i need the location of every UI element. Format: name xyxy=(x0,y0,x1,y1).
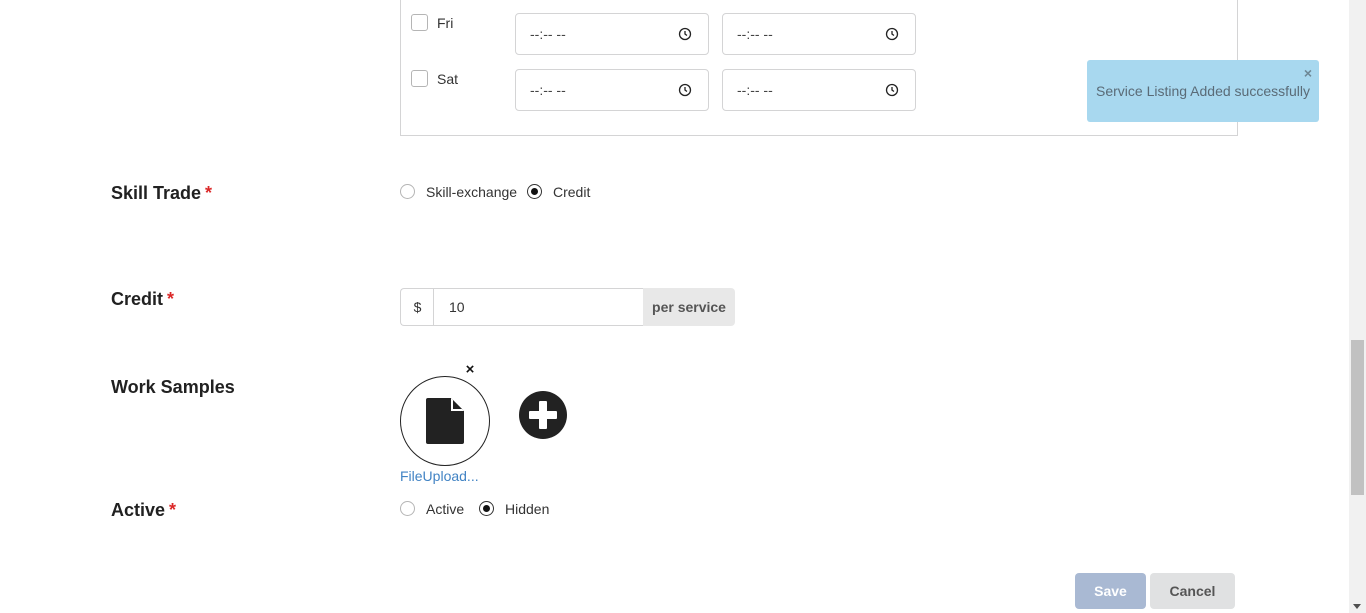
sat-end-time-value: --:-- -- xyxy=(737,82,773,98)
clock-icon xyxy=(678,27,692,41)
credit-input-group: $ 10 per service xyxy=(400,288,735,326)
fri-start-time-input[interactable]: --:-- -- xyxy=(515,13,709,55)
fri-label: Fri xyxy=(437,15,454,31)
currency-symbol: $ xyxy=(400,288,434,326)
credit-amount-input[interactable]: 10 xyxy=(433,288,644,326)
required-mark: * xyxy=(169,500,177,520)
credit-option-label: Credit xyxy=(553,184,591,200)
active-label: Active * xyxy=(111,500,176,521)
sat-label: Sat xyxy=(437,71,459,87)
fri-end-time-value: --:-- -- xyxy=(737,26,773,42)
required-mark: * xyxy=(167,289,175,309)
close-icon[interactable]: × xyxy=(462,362,478,378)
skill-trade-label: Skill Trade * xyxy=(111,183,212,204)
work-samples-label: Work Samples xyxy=(111,377,235,397)
cancel-button[interactable]: Cancel xyxy=(1150,573,1235,609)
clock-icon xyxy=(885,83,899,97)
credit-label-text: Credit xyxy=(111,289,164,309)
scroll-down-arrow-icon[interactable] xyxy=(1353,604,1361,609)
hidden-radio[interactable] xyxy=(479,501,494,516)
skill-exchange-radio[interactable] xyxy=(400,184,415,199)
work-sample-thumbnail[interactable] xyxy=(400,376,490,466)
sat-start-time-input[interactable]: --:-- -- xyxy=(515,69,709,111)
hidden-option-label: Hidden xyxy=(505,501,550,517)
toast-close-icon[interactable]: × xyxy=(1304,65,1312,81)
scrollbar-thumb[interactable] xyxy=(1351,340,1364,495)
credit-label: Credit * xyxy=(111,289,174,310)
fri-start-time-value: --:-- -- xyxy=(530,26,566,42)
skill-trade-label-text: Skill Trade xyxy=(111,183,202,203)
scrollbar[interactable] xyxy=(1349,0,1366,613)
skill-exchange-label: Skill-exchange xyxy=(426,184,518,200)
clock-icon xyxy=(678,83,692,97)
success-toast: × Service Listing Added successfully xyxy=(1087,60,1319,122)
active-option-label: Active xyxy=(426,501,465,517)
save-button[interactable]: Save xyxy=(1075,573,1146,609)
active-label-text: Active xyxy=(111,500,166,520)
per-service-label: per service xyxy=(643,288,735,326)
credit-radio[interactable] xyxy=(527,184,542,199)
sat-checkbox[interactable] xyxy=(411,70,428,87)
fri-checkbox[interactable] xyxy=(411,14,428,31)
clock-icon xyxy=(885,27,899,41)
file-icon xyxy=(426,398,464,444)
fri-end-time-input[interactable]: --:-- -- xyxy=(722,13,916,55)
sat-end-time-input[interactable]: --:-- -- xyxy=(722,69,916,111)
sat-start-time-value: --:-- -- xyxy=(530,82,566,98)
active-radio[interactable] xyxy=(400,501,415,516)
required-mark: * xyxy=(205,183,213,203)
toast-message: Service Listing Added successfully xyxy=(1096,83,1310,99)
file-upload-link[interactable]: FileUpload... xyxy=(400,468,479,484)
plus-circle-icon[interactable] xyxy=(518,390,568,440)
